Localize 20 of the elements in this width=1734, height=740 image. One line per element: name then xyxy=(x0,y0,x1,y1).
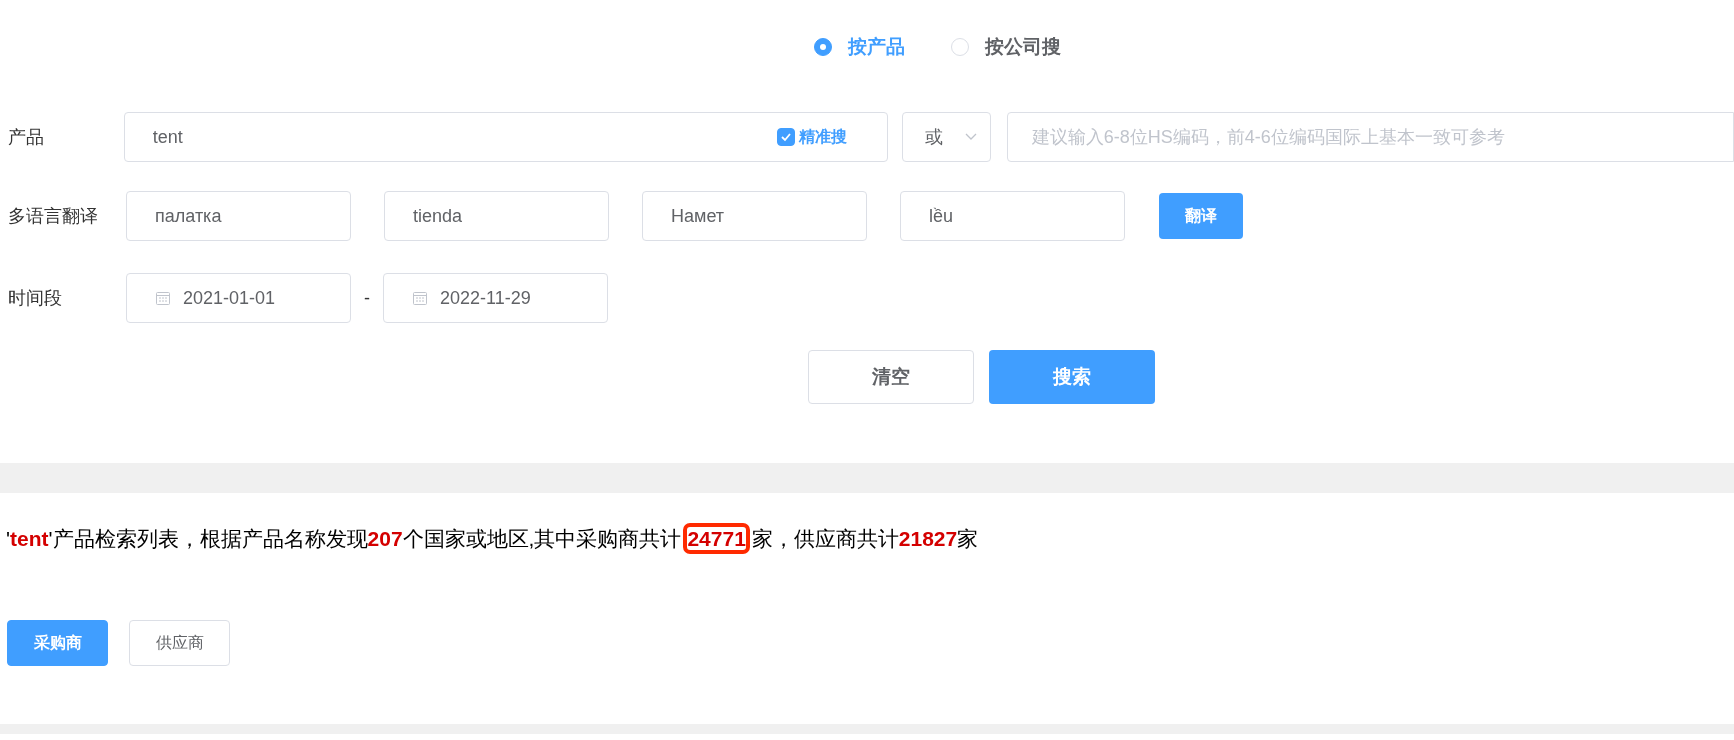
calendar-icon xyxy=(155,290,171,306)
chevron-down-icon xyxy=(963,132,978,142)
translation-input[interactable]: Намет xyxy=(642,191,867,241)
translation-input[interactable]: палатка xyxy=(126,191,351,241)
product-input[interactable]: tent 精准搜 xyxy=(123,112,888,162)
result-tab[interactable]: 供应商 xyxy=(129,620,230,666)
date-input[interactable]: 2021-01-01 xyxy=(126,273,351,323)
field-label: 多语言翻译 xyxy=(7,204,99,228)
field-label: 产品 xyxy=(7,125,45,149)
calendar-icon xyxy=(412,290,428,306)
field-label: 时间段 xyxy=(7,286,63,310)
date-separator: - xyxy=(363,286,371,310)
translation-input[interactable]: tienda xyxy=(384,191,609,241)
checkbox-icon xyxy=(776,128,795,146)
date-input[interactable]: 2022-11-29 xyxy=(383,273,608,323)
result-summary: 'tent'产品检索列表，根据产品名称发现207个国家或地区,其中采购商共计 24771 家，供应商共计21827家 xyxy=(6,523,979,555)
translation-input[interactable]: lều xyxy=(900,191,1125,241)
radio-option[interactable]: 按公司搜 xyxy=(950,34,1061,60)
operator-select[interactable]: 或 xyxy=(901,112,991,162)
clear-button[interactable]: 清空 xyxy=(808,350,974,404)
